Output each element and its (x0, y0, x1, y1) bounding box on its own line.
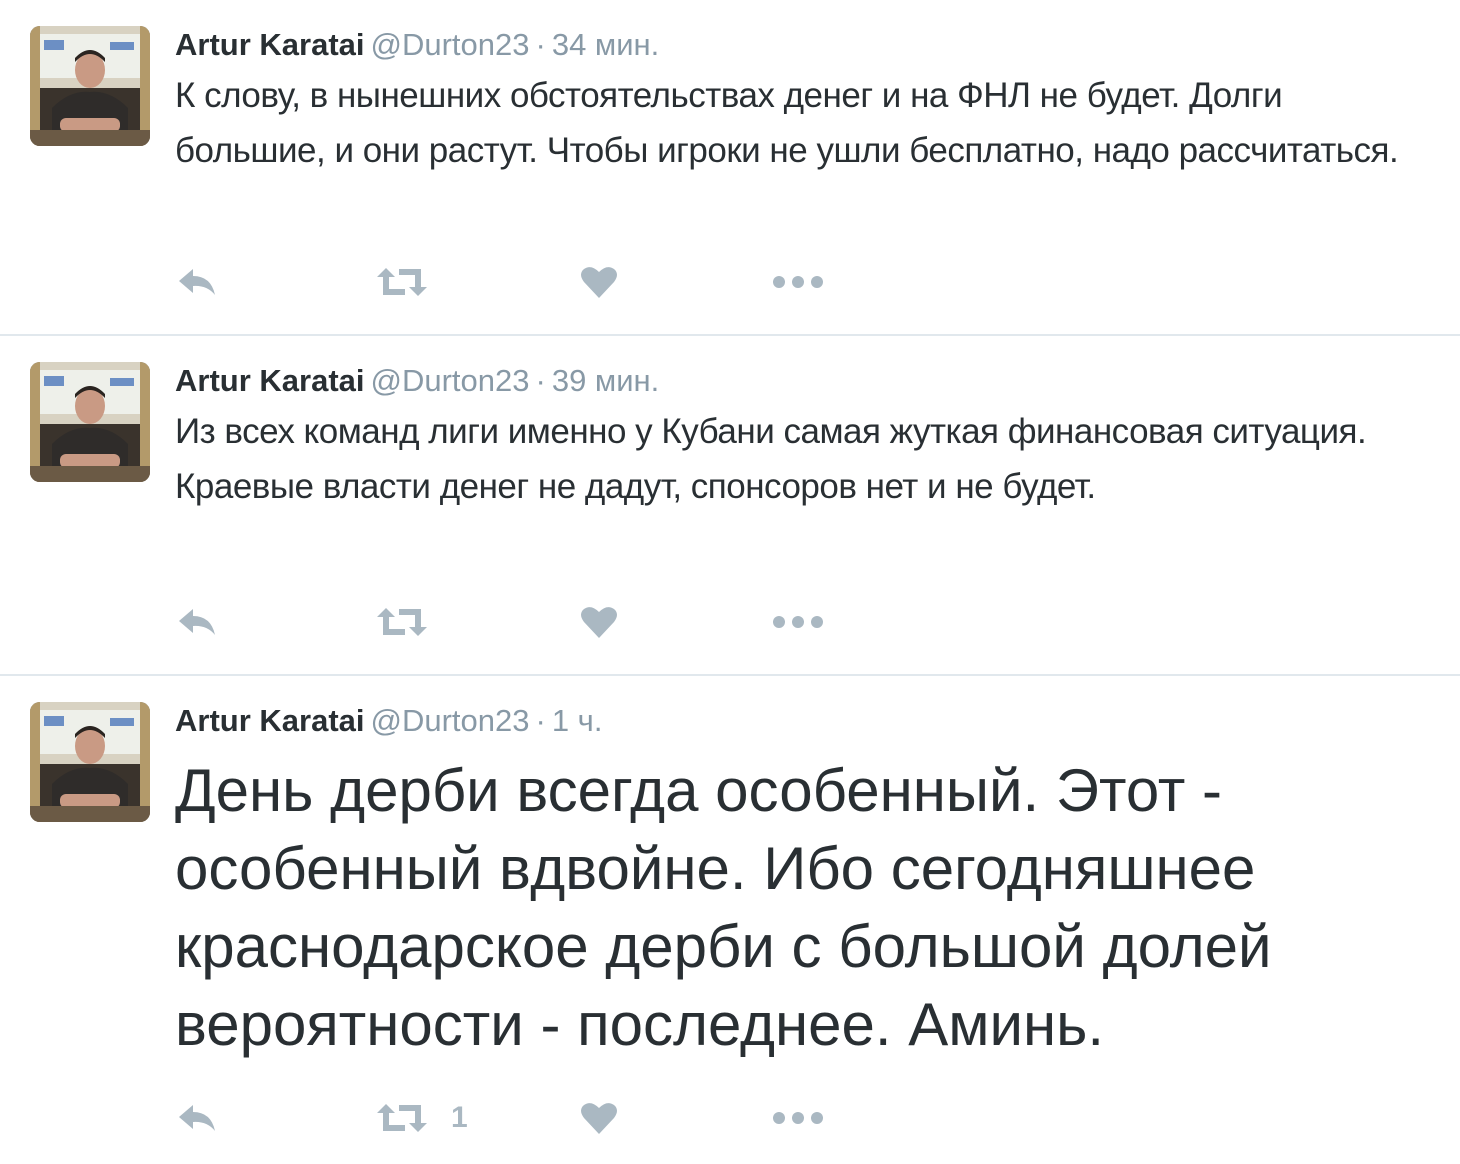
tweet[interactable]: Artur Karatai @Durton23 · 34 мин. К слову, … (0, 0, 1460, 334)
separator: · (535, 363, 546, 398)
more-dots-icon (773, 616, 823, 628)
avatar[interactable] (30, 26, 150, 146)
avatar[interactable] (30, 362, 150, 482)
tweet[interactable]: Artur Karatai @Durton23 · 39 мин. Из всех к… (0, 336, 1460, 674)
username[interactable]: @Durton23 (371, 27, 530, 62)
tweet-header: Artur Karatai @Durton23 · 34 мин. (175, 26, 659, 64)
avatar-photo (30, 26, 150, 146)
timestamp[interactable]: 1 ч. (552, 703, 603, 738)
reply-icon (179, 609, 215, 635)
retweet-icon (377, 268, 427, 296)
avatar[interactable] (30, 702, 150, 822)
tweet-text: К слову, в нынешних обстоятельствах дене… (175, 76, 1399, 170)
more-dots-icon (773, 276, 823, 288)
like-button[interactable] (580, 1098, 618, 1138)
timestamp[interactable]: 34 мин. (552, 27, 659, 62)
retweet-button[interactable]: 1 (375, 1098, 468, 1138)
reply-button[interactable] (175, 262, 219, 302)
like-button[interactable] (580, 262, 618, 302)
retweet-button[interactable] (375, 602, 451, 642)
reply-button[interactable] (175, 1098, 219, 1138)
heart-icon (581, 267, 617, 298)
retweet-count: 1 (451, 1101, 468, 1134)
fullname[interactable]: Artur Karatai (175, 27, 365, 62)
retweet-icon (377, 608, 427, 636)
fullname[interactable]: Artur Karatai (175, 703, 365, 738)
timestamp[interactable]: 39 мин. (552, 363, 659, 398)
separator: · (535, 27, 546, 62)
username[interactable]: @Durton23 (371, 703, 530, 738)
avatar-photo (30, 702, 150, 822)
reply-button[interactable] (175, 602, 219, 642)
separator: · (535, 703, 546, 738)
like-button[interactable] (580, 602, 618, 642)
more-button[interactable] (772, 262, 824, 302)
reply-icon (179, 1105, 215, 1131)
tweet-header: Artur Karatai @Durton23 · 1 ч. (175, 702, 602, 740)
tweet-header: Artur Karatai @Durton23 · 39 мин. (175, 362, 659, 400)
tweet-text: Из всех команд лиги именно у Кубани сама… (175, 412, 1367, 506)
username[interactable]: @Durton23 (371, 363, 530, 398)
fullname[interactable]: Artur Karatai (175, 363, 365, 398)
tweet-text: День дерби всегда особенный. Этот - особ… (175, 757, 1272, 1058)
more-button[interactable] (772, 1098, 824, 1138)
avatar-photo (30, 362, 150, 482)
reply-icon (179, 269, 215, 295)
heart-icon (581, 607, 617, 638)
heart-icon (581, 1103, 617, 1134)
more-button[interactable] (772, 602, 824, 642)
tweet[interactable]: Artur Karatai @Durton23 · 1 ч. День дерби в… (0, 676, 1460, 1164)
retweet-button[interactable] (375, 262, 451, 302)
more-dots-icon (773, 1112, 823, 1124)
retweet-icon (377, 1104, 427, 1132)
